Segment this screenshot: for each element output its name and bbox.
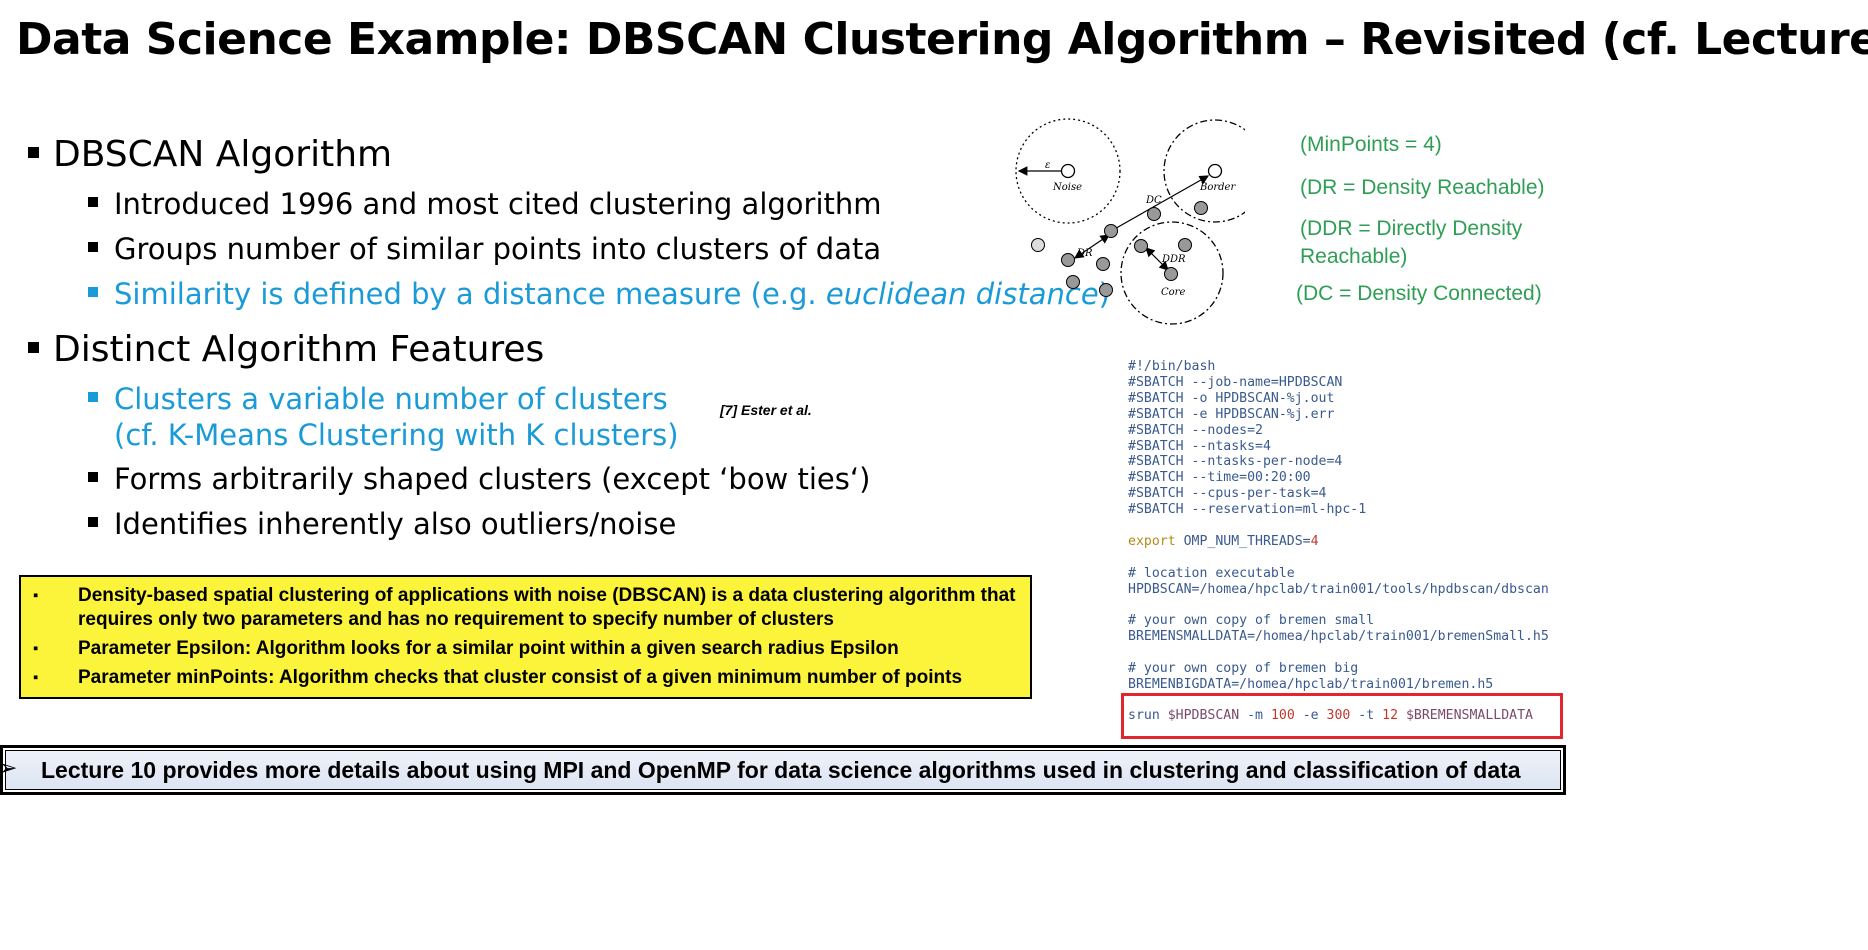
sub-bullet: Forms arbitrarily shaped clusters (excep…	[88, 461, 870, 497]
dbscan-diagram: ε Noise Border DC DR DDR Core	[1015, 118, 1245, 325]
noise-point	[1060, 163, 1076, 179]
bullet-square-icon	[88, 242, 98, 252]
section-heading: Distinct Algorithm Features	[53, 329, 545, 370]
sub-bullet-highlight: Clusters a variable number of clusters (c…	[88, 381, 679, 453]
svg-text:Border: Border	[1199, 182, 1236, 193]
legend-dr: (DR = Density Reachable)	[1300, 176, 1545, 199]
sub-bullet-highlight: Similarity is defined by a distance meas…	[88, 276, 1110, 312]
bullet-distinct-features: Distinct Algorithm Features	[28, 329, 544, 370]
bullet-square-icon	[88, 392, 98, 402]
citation: [7] Ester et al.	[720, 402, 812, 418]
bullet-square-icon	[28, 341, 39, 353]
sub-bullet: Introduced 1996 and most cited clusterin…	[88, 186, 882, 222]
svg-text:Noise: Noise	[1052, 182, 1082, 193]
bullet-dbscan-algorithm: DBSCAN Algorithm	[28, 134, 392, 175]
srun-command: srun $HPDBSCAN -m 100 -e 300 -t 12 $BREM…	[1128, 708, 1533, 723]
svg-text:DDR: DDR	[1161, 254, 1186, 265]
legend-minpoints: (MinPoints = 4)	[1300, 133, 1442, 156]
sbatch-script: #!/bin/bash #SBATCH --job-name=HPDBSCAN #S…	[1128, 359, 1549, 693]
bullet-square-icon	[88, 517, 98, 527]
sub-bullet: Identifies inherently also outliers/nois…	[88, 506, 676, 542]
info-item: Parameter Epsilon: Algorithm looks for a…	[21, 637, 1030, 661]
bullet-square-icon	[88, 197, 98, 207]
svg-text:DR: DR	[1076, 248, 1093, 259]
svg-text:DC: DC	[1145, 195, 1162, 206]
bullet-square-icon	[28, 146, 39, 158]
footer-text: Lecture 10 provides more details about u…	[41, 757, 1521, 783]
svg-text:ε: ε	[1045, 160, 1050, 171]
info-box: Density-based spatial clustering of appl…	[19, 575, 1032, 699]
section-heading: DBSCAN Algorithm	[53, 134, 393, 175]
slide-title: Data Science Example: DBSCAN Clustering …	[16, 14, 1868, 65]
arrow-bullet-icon: ➢	[0, 756, 18, 781]
legend-dc: (DC = Density Connected)	[1296, 282, 1542, 305]
footer-banner: ➢ Lecture 10 provides more details about…	[0, 745, 1566, 795]
bullet-square-icon	[88, 287, 98, 297]
sub-bullet: Groups number of similar points into clu…	[88, 231, 881, 267]
legend-ddr: (DDR = Directly Density Reachable)	[1300, 217, 1523, 268]
info-item: Density-based spatial clustering of appl…	[21, 584, 1030, 632]
border-point	[1207, 163, 1223, 179]
bullet-square-icon	[88, 472, 98, 482]
svg-text:Core: Core	[1161, 287, 1185, 298]
info-item: Parameter minPoints: Algorithm checks th…	[21, 666, 1030, 690]
